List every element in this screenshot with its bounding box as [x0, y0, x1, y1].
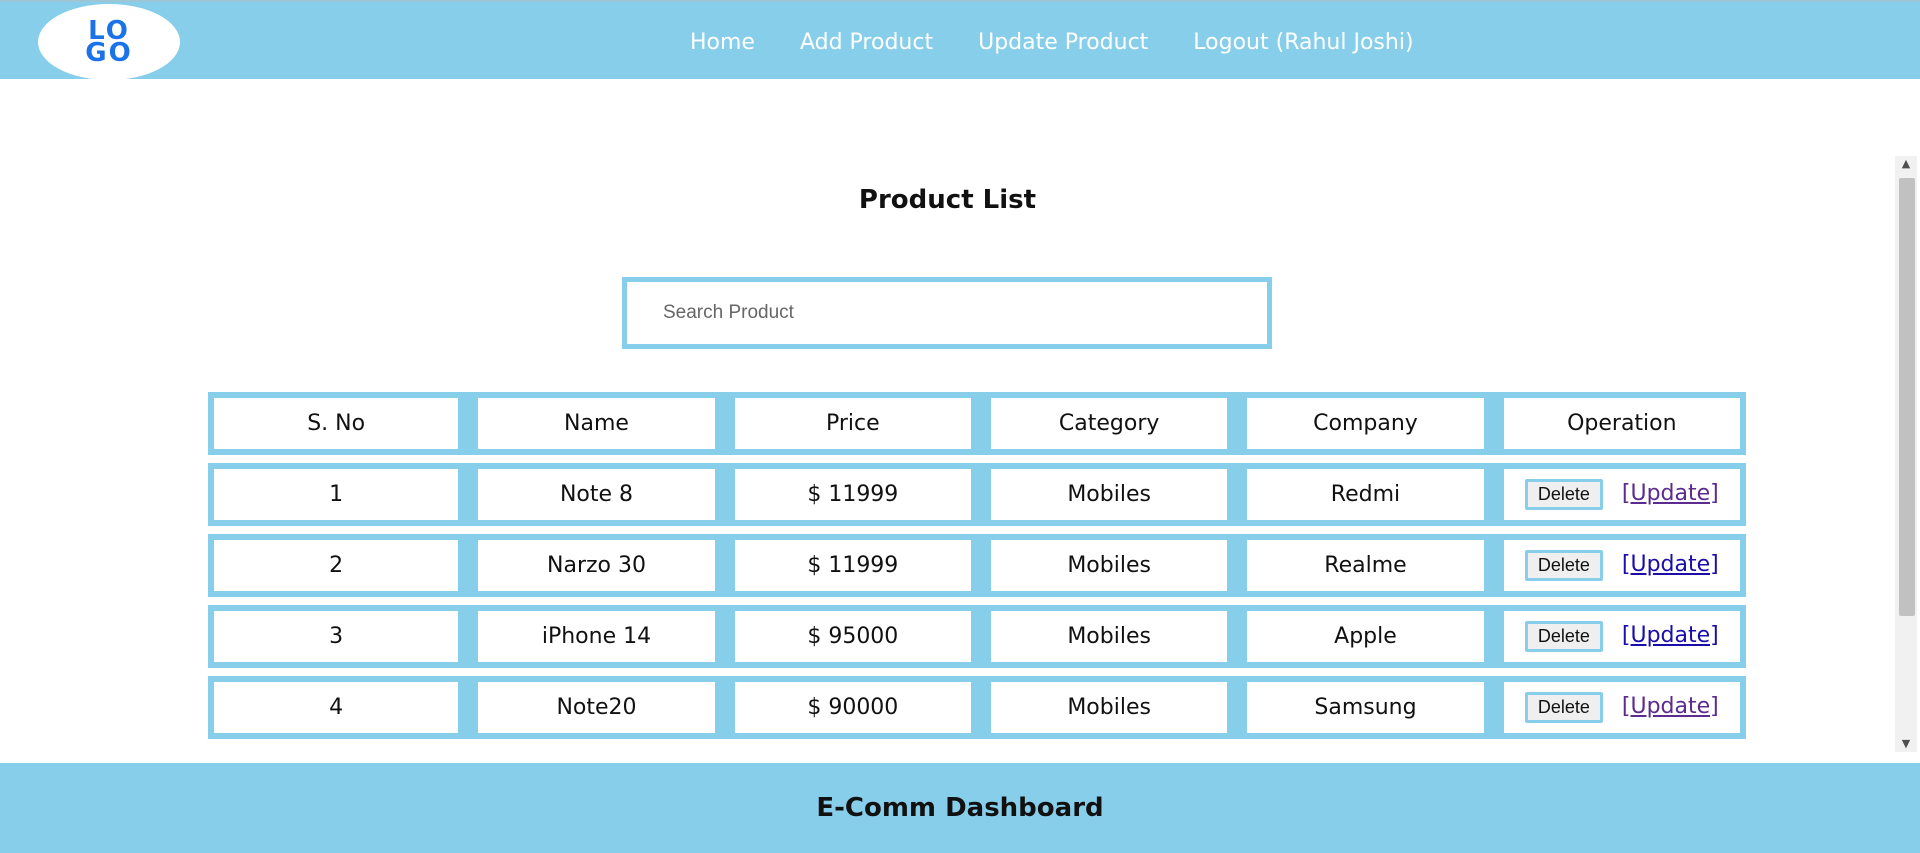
cell-price: $ 90000 — [720, 676, 977, 739]
header-sno: S. No — [208, 392, 465, 455]
footer-title: E-Comm Dashboard — [816, 793, 1104, 823]
table-row: 4 Note20 $ 90000 Mobiles Samsung Delete … — [208, 676, 1746, 739]
cell-operation: Delete [Update] — [1489, 676, 1746, 739]
header-operation: Operation — [1489, 392, 1746, 455]
search-input[interactable] — [622, 277, 1272, 349]
update-link[interactable]: [Update] — [1622, 694, 1719, 719]
delete-button[interactable]: Delete — [1524, 621, 1603, 652]
cell-name: iPhone 14 — [464, 605, 721, 668]
main-nav: Home Add Product Update Product Logout (… — [690, 28, 1414, 58]
nav-add-product[interactable]: Add Product — [800, 28, 933, 58]
cell-category: Mobiles — [976, 463, 1234, 526]
navbar: LO GO Home Add Product Update Product Lo… — [0, 0, 1920, 80]
cell-company: Samsung — [1233, 676, 1490, 739]
cell-price: $ 11999 — [720, 534, 977, 597]
cell-price: $ 11999 — [720, 463, 977, 526]
table-header-row: S. No Name Price Category Company Operat… — [208, 392, 1746, 455]
vertical-scrollbar[interactable]: ▲ ▼ — [1895, 156, 1917, 752]
scroll-down-icon[interactable]: ▼ — [1895, 736, 1917, 752]
cell-operation: Delete [Update] — [1489, 534, 1746, 597]
scroll-up-icon[interactable]: ▲ — [1895, 156, 1917, 172]
cell-sno: 1 — [208, 463, 465, 526]
cell-sno: 3 — [208, 605, 465, 668]
delete-button[interactable]: Delete — [1524, 479, 1603, 510]
page-title: Product List — [858, 185, 1037, 215]
cell-company: Redmi — [1233, 463, 1490, 526]
update-link[interactable]: [Update] — [1622, 481, 1719, 506]
cell-operation: Delete [Update] — [1489, 605, 1746, 668]
logo-text: LO GO — [85, 18, 133, 68]
header-category: Category — [976, 392, 1234, 455]
header-price: Price — [720, 392, 977, 455]
table-row: 3 iPhone 14 $ 95000 Mobiles Apple Delete… — [208, 605, 1746, 668]
footer: E-Comm Dashboard — [0, 763, 1920, 853]
cell-sno: 4 — [208, 676, 465, 739]
header-name: Name — [464, 392, 721, 455]
delete-button[interactable]: Delete — [1524, 692, 1603, 723]
content-area: Product List S. No Name Price Category C… — [0, 79, 1920, 763]
nav-logout[interactable]: Logout (Rahul Joshi) — [1193, 28, 1413, 58]
header-company: Company — [1233, 392, 1490, 455]
cell-company: Realme — [1233, 534, 1490, 597]
product-table: S. No Name Price Category Company Operat… — [208, 384, 1746, 747]
cell-category: Mobiles — [976, 605, 1234, 668]
cell-sno: 2 — [208, 534, 465, 597]
scroll-thumb[interactable] — [1899, 178, 1915, 616]
cell-company: Apple — [1233, 605, 1490, 668]
logo-line-2: GO — [85, 38, 133, 68]
logo[interactable]: LO GO — [38, 4, 180, 80]
nav-update-product[interactable]: Update Product — [978, 28, 1148, 58]
cell-name: Note 8 — [464, 463, 721, 526]
table-row: 1 Note 8 $ 11999 Mobiles Redmi Delete [U… — [208, 463, 1746, 526]
cell-name: Narzo 30 — [464, 534, 721, 597]
update-link[interactable]: [Update] — [1622, 552, 1719, 577]
delete-button[interactable]: Delete — [1524, 550, 1603, 581]
cell-category: Mobiles — [976, 534, 1234, 597]
update-link[interactable]: [Update] — [1622, 623, 1719, 648]
cell-name: Note20 — [464, 676, 721, 739]
nav-home[interactable]: Home — [690, 28, 755, 58]
cell-category: Mobiles — [976, 676, 1234, 739]
cell-operation: Delete [Update] — [1489, 463, 1746, 526]
cell-price: $ 95000 — [720, 605, 977, 668]
table-row: 2 Narzo 30 $ 11999 Mobiles Realme Delete… — [208, 534, 1746, 597]
